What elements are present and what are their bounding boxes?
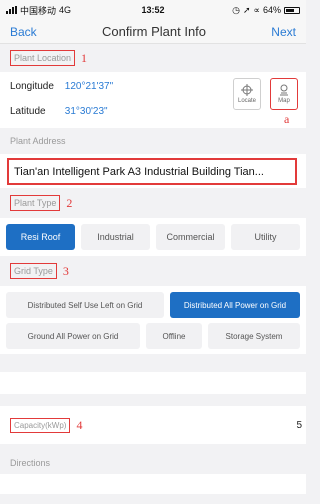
plant-type-resi-roof[interactable]: Resi Roof [6,224,75,250]
plant-type-utility[interactable]: Utility [231,224,300,250]
plant-location-label: Plant Location [10,50,76,66]
capacity-label: Capacity(kWp) [10,417,71,433]
grid-type-ground[interactable]: Ground All Power on Grid [6,323,140,349]
next-button[interactable]: Next [271,25,296,39]
grid-type-label: Grid Type [10,263,57,279]
back-button[interactable]: Back [10,25,37,39]
status-left: 中国移动 4G [6,4,116,17]
capacity-row: Capacity(kWp) 4 5 [0,406,306,444]
signal-icon [6,6,17,14]
longitude-label: Longitude [10,81,54,92]
annotation-a: a [284,112,290,126]
blank-row [0,372,306,394]
grid-type-offline[interactable]: Offline [146,323,202,349]
annotation-3: 3 [62,263,69,278]
plant-type-label: Plant Type [10,195,61,211]
grid-type-options: Distributed Self Use Left on Grid Distri… [0,286,306,354]
map-label: Map [278,98,290,104]
latitude-row: Latitude 31°30'23" [10,106,108,117]
plant-type-options: Resi Roof Industrial Commercial Utility [0,218,306,256]
alarm-icon: ◷ [232,4,240,15]
crosshair-icon [241,84,253,96]
location-card: Longitude 120°21'37" Latitude 31°30'23" … [0,72,306,128]
page-title: Confirm Plant Info [101,24,207,39]
address-field[interactable]: Tian'an Intelligent Park A3 Industrial B… [7,158,297,185]
grid-type-all-power[interactable]: Distributed All Power on Grid [170,292,300,318]
plant-address-header: Plant Address [0,128,306,154]
grid-type-row-1: Distributed Self Use Left on Grid Distri… [6,292,300,318]
plant-type-commercial[interactable]: Commercial [156,224,225,250]
grid-type-header: Grid Type 3 [0,256,306,286]
grid-type-self-use[interactable]: Distributed Self Use Left on Grid [6,292,164,318]
status-bar: 中国移动 4G 13:52 ◷ ➚ ∝ 64% [0,0,306,20]
latitude-value[interactable]: 31°30'23" [65,106,108,117]
longitude-row: Longitude 120°21'37" [10,81,113,92]
directions-header: Directions [10,458,51,468]
plant-address-label: Plant Address [10,136,66,146]
grid-type-storage[interactable]: Storage System [208,323,300,349]
annotation-1: 1 [81,50,88,65]
status-time: 13:52 [141,5,165,15]
plant-type-industrial[interactable]: Industrial [81,224,150,250]
grid-type-row-2: Ground All Power on Grid Offline Storage… [6,323,300,349]
map-pin-icon [280,84,288,96]
latitude-label: Latitude [10,106,46,117]
locate-button[interactable]: Locate [233,78,261,110]
bluetooth-icon: ∝ [253,4,260,15]
annotation-4: 4 [76,417,83,432]
annotation-2: 2 [66,195,73,210]
plant-location-header: Plant Location 1 [0,44,306,72]
location-arrow-icon: ➚ [243,4,251,15]
plant-type-header: Plant Type 2 [0,188,306,218]
battery-icon [284,6,300,14]
status-right: ◷ ➚ ∝ 64% [190,5,300,16]
longitude-value[interactable]: 120°21'37" [65,81,113,92]
capacity-input[interactable]: 5 [296,420,302,431]
nav-bar: Back Confirm Plant Info Next [0,20,306,44]
address-row: Tian'an Intelligent Park A3 Industrial B… [0,154,306,188]
directions-field[interactable] [0,474,306,494]
locate-label: Locate [237,98,256,104]
map-button[interactable]: Map [270,78,298,110]
network-label: 4G [59,5,72,15]
battery-percent: 64% [262,5,281,15]
carrier-label: 中国移动 [20,5,57,16]
